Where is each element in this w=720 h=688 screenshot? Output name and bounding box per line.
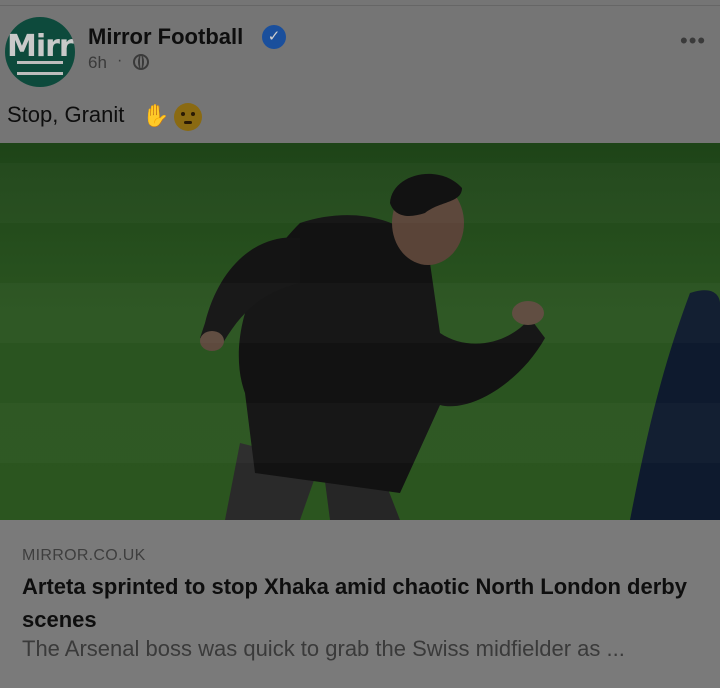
avatar[interactable]: Mirr (5, 17, 75, 87)
post-time[interactable]: 6h (88, 53, 107, 73)
avatar-logo-text: Mirr (7, 29, 74, 64)
link-summary: The Arsenal boss was quick to grab the S… (22, 636, 625, 661)
post-photo[interactable] (0, 143, 720, 520)
page-name[interactable]: Mirror Football (88, 24, 243, 50)
divider (0, 5, 720, 6)
facebook-post: Mirr Mirror Football ✓ 6h · ••• Stop, Gr… (0, 0, 720, 688)
separator-dot: · (117, 52, 123, 69)
post-caption: Stop, Granit (7, 102, 125, 127)
raised-hand-emoji: ✋ (142, 103, 170, 128)
globe-icon (133, 54, 149, 70)
verified-badge-icon: ✓ (262, 25, 286, 49)
more-options-icon[interactable]: ••• (680, 30, 706, 52)
link-headline[interactable]: Arteta sprinted to stop Xhaka amid chaot… (22, 570, 702, 636)
avatar-logo-mark (17, 61, 63, 75)
flushed-face-emoji (174, 103, 202, 131)
link-domain: MIRROR.CO.UK (22, 547, 146, 564)
